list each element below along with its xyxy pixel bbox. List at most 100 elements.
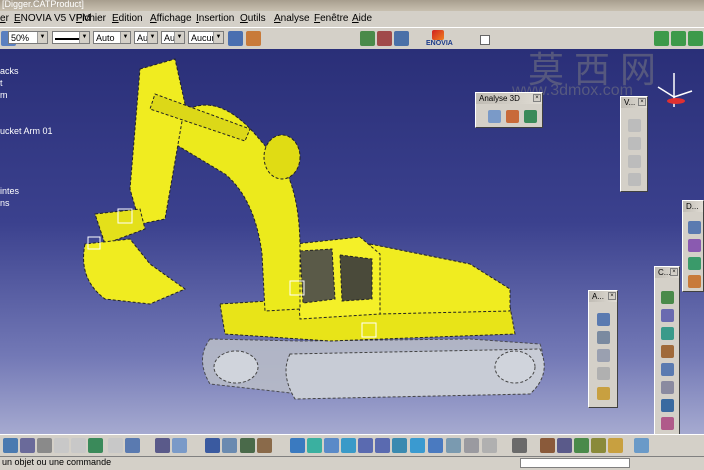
x-icon[interactable]: [257, 438, 272, 453]
component-icon[interactable]: [377, 31, 392, 46]
view-icon[interactable]: [628, 119, 641, 132]
copy-icon[interactable]: [71, 438, 86, 453]
refresh-icon[interactable]: [634, 438, 649, 453]
command-input[interactable]: [520, 458, 630, 468]
quick-view-icon[interactable]: [410, 438, 425, 453]
dmu-icon[interactable]: [688, 275, 701, 288]
assembly-toolbar[interactable]: A... ×: [588, 290, 618, 408]
catalog-icon[interactable]: [222, 438, 237, 453]
new-icon[interactable]: [3, 438, 18, 453]
view-icon[interactable]: [628, 155, 641, 168]
menu-item-edition[interactable]: Edition: [112, 13, 143, 24]
rotate-icon[interactable]: [341, 438, 356, 453]
redo-icon[interactable]: [108, 438, 123, 453]
view-icon[interactable]: [628, 137, 641, 150]
constraint-icon[interactable]: [661, 381, 674, 394]
view-toolbar[interactable]: V... ×: [620, 96, 648, 192]
measure-icon[interactable]: [240, 438, 255, 453]
constraint-icon[interactable]: [661, 417, 674, 430]
constraints-toolbar[interactable]: C... ×: [654, 266, 680, 462]
tool-icon[interactable]: [591, 438, 606, 453]
fit-all-icon[interactable]: [307, 438, 322, 453]
swap-space-icon[interactable]: [482, 438, 497, 453]
assembly-icon[interactable]: [597, 331, 610, 344]
assembly-icon[interactable]: [597, 349, 610, 362]
constraint-icon[interactable]: [661, 363, 674, 376]
pattern-select[interactable]: Aucun ▼: [188, 31, 224, 44]
hide-show-icon[interactable]: [464, 438, 479, 453]
thickness-select[interactable]: Auto ▼: [93, 31, 131, 44]
constraint-icon[interactable]: [661, 345, 674, 358]
compass-icon[interactable]: [652, 67, 696, 111]
menu-item-affichage[interactable]: Affichage: [150, 13, 192, 24]
close-icon[interactable]: ×: [638, 98, 646, 106]
constraint-icon[interactable]: [661, 327, 674, 340]
zoom-in-icon[interactable]: [358, 438, 373, 453]
part-icon[interactable]: [394, 31, 409, 46]
menu-item-aide[interactable]: Aide: [352, 13, 372, 24]
close-icon[interactable]: ×: [608, 292, 616, 300]
table-icon[interactable]: [205, 438, 220, 453]
help-icon[interactable]: [125, 438, 140, 453]
comment-icon[interactable]: [172, 438, 187, 453]
menu-item-fichier[interactable]: Fichier: [76, 13, 106, 24]
pan-icon[interactable]: [324, 438, 339, 453]
clash-icon[interactable]: [488, 110, 501, 123]
menu-bar: er ENOVIA V5 VPM Fichier Edition Afficha…: [0, 11, 704, 28]
distance-icon[interactable]: [524, 110, 537, 123]
fly-icon[interactable]: [290, 438, 305, 453]
formula-icon[interactable]: [155, 438, 170, 453]
assembly-icon[interactable]: [597, 313, 610, 326]
close-icon[interactable]: ×: [670, 268, 678, 276]
plus-icon[interactable]: [688, 31, 703, 46]
dmu-toolbar[interactable]: D...: [682, 200, 704, 292]
lock-icon[interactable]: [608, 438, 623, 453]
constraint-icon[interactable]: [661, 309, 674, 322]
plus-icon[interactable]: [671, 31, 686, 46]
layer-select[interactable]: Aut ▼: [134, 31, 158, 44]
zoom-select[interactable]: 50% ▼: [8, 31, 48, 44]
view-icon[interactable]: [628, 173, 641, 186]
constraint-icon[interactable]: [661, 399, 674, 412]
painter-icon[interactable]: [246, 31, 261, 46]
panel-title[interactable]: A... ×: [589, 291, 617, 302]
product-icon[interactable]: [360, 31, 375, 46]
undo-icon[interactable]: [88, 438, 103, 453]
section-icon[interactable]: [506, 110, 519, 123]
enovia-logo[interactable]: ENOVIA: [426, 30, 456, 48]
cut-icon[interactable]: [54, 438, 69, 453]
dmu-icon[interactable]: [688, 221, 701, 234]
tool-icon[interactable]: [574, 438, 589, 453]
constraint-icon[interactable]: [661, 291, 674, 304]
camera-icon[interactable]: [512, 438, 527, 453]
panel-title[interactable]: V... ×: [621, 97, 647, 108]
menu-item-er[interactable]: er: [0, 13, 9, 24]
color-select[interactable]: Aut ▼: [161, 31, 185, 44]
panel-title[interactable]: Analyse 3D ×: [476, 93, 542, 104]
menu-item-analyse[interactable]: Analyse: [274, 13, 310, 24]
checkbox-icon[interactable]: [480, 35, 490, 45]
menu-item-outils[interactable]: Outils: [240, 13, 266, 24]
normal-view-icon[interactable]: [392, 438, 407, 453]
dmu-icon[interactable]: [688, 239, 701, 252]
menu-item-fenetre[interactable]: Fenêtre: [314, 13, 348, 24]
zoom-out-icon[interactable]: [375, 438, 390, 453]
line-style-select[interactable]: ▼: [52, 31, 90, 44]
print-icon[interactable]: [37, 438, 52, 453]
menu-item-insertion[interactable]: Insertion: [196, 13, 234, 24]
analyse-3d-toolbar[interactable]: Analyse 3D ×: [475, 92, 543, 128]
dmu-icon[interactable]: [688, 257, 701, 270]
save-icon[interactable]: [20, 438, 35, 453]
assembly-icon[interactable]: [597, 367, 610, 380]
tool-icon[interactable]: [540, 438, 555, 453]
paint-brush-icon[interactable]: [228, 31, 243, 46]
assembly-icon[interactable]: [597, 387, 610, 400]
render-style-icon[interactable]: [446, 438, 461, 453]
panel-title[interactable]: D...: [683, 201, 703, 212]
iso-view-icon[interactable]: [428, 438, 443, 453]
plus-icon[interactable]: [654, 31, 669, 46]
tool-icon[interactable]: [557, 438, 572, 453]
panel-title[interactable]: C... ×: [655, 267, 679, 278]
chevron-down-icon: ▼: [213, 32, 223, 43]
close-icon[interactable]: ×: [533, 94, 541, 102]
